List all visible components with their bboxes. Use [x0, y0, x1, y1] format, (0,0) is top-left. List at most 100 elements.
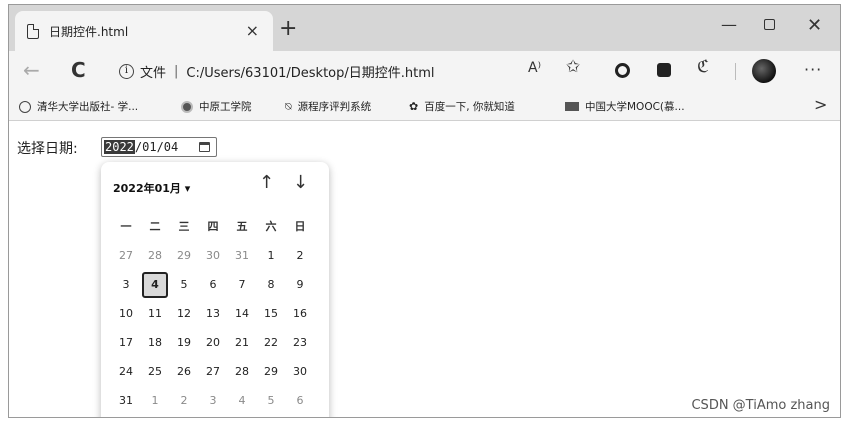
calendar-day[interactable]: 23 [287, 330, 313, 356]
profile-avatar[interactable] [752, 59, 776, 83]
browser-window: 日期控件.html × + — ✕ ← C i 文件 | C:/Users/63… [8, 4, 841, 418]
weekday-header: 日 [294, 220, 306, 233]
circle-icon [19, 100, 31, 113]
calendar-day[interactable]: 18 [142, 330, 168, 356]
calendar-day[interactable]: 1 [142, 388, 168, 414]
weekday-header: 六 [265, 220, 277, 233]
calendar-day[interactable]: 28 [229, 359, 255, 385]
bookmark-item[interactable]: ✿ 百度一下, 你就知道 [409, 99, 515, 114]
extension-square-icon[interactable] [657, 63, 671, 77]
bookmark-label: 百度一下, 你就知道 [424, 101, 515, 113]
month-year-selector[interactable]: 2022年01月 ▾ [113, 180, 190, 196]
date-rest-segment[interactable]: /01/04 [135, 140, 178, 154]
next-month-arrow-icon[interactable]: ↓ [293, 174, 308, 192]
calendar-day[interactable]: 3 [200, 388, 226, 414]
extension-puzzle-icon[interactable]: ℭ [697, 59, 709, 76]
tab-strip: 日期控件.html × + — ✕ [9, 5, 840, 51]
more-menu-button[interactable]: ··· [804, 60, 822, 79]
calendar-day[interactable]: 14 [229, 301, 255, 327]
calendar-day[interactable]: 26 [171, 359, 197, 385]
calendar-day[interactable]: 20 [200, 330, 226, 356]
calendar-day[interactable]: 24 [113, 359, 139, 385]
tab-close-button[interactable]: × [246, 23, 259, 39]
address-separator: | [174, 63, 179, 79]
toolbar-divider [735, 63, 736, 80]
calendar-icon[interactable] [199, 142, 210, 152]
calendar-day[interactable]: 12 [171, 301, 197, 327]
calendar-day[interactable]: 2 [287, 243, 313, 269]
calendar-day[interactable]: 16 [287, 301, 313, 327]
calendar-day-selected[interactable]: 4 [142, 272, 168, 298]
back-button[interactable]: ← [23, 60, 40, 80]
calendar-day[interactable]: 21 [229, 330, 255, 356]
calendar-day[interactable]: 29 [258, 359, 284, 385]
dot-icon [181, 100, 193, 113]
calendar-day[interactable]: 5 [258, 388, 284, 414]
new-tab-button[interactable]: + [279, 18, 297, 40]
page-content: 选择日期: 2022/01/04 2022年01月 ▾ ↑ ↓ 一二三四五六日2… [9, 122, 840, 417]
calendar-day[interactable]: 27 [113, 243, 139, 269]
paw-icon: ✿ [409, 100, 419, 113]
calendar-day[interactable]: 19 [171, 330, 197, 356]
weekday-header: 五 [236, 220, 248, 233]
calendar-day[interactable]: 31 [113, 388, 139, 414]
close-window-button[interactable]: ✕ [807, 17, 822, 35]
calendar-day[interactable]: 7 [229, 272, 255, 298]
calendar-day[interactable]: 4 [229, 388, 255, 414]
favorite-star-icon[interactable]: ✩ [566, 59, 580, 76]
calendar-day[interactable]: 25 [142, 359, 168, 385]
bookmarks-overflow-chevron-icon[interactable]: > [814, 95, 827, 114]
calendar-day[interactable]: 28 [142, 243, 168, 269]
calendar-day[interactable]: 17 [113, 330, 139, 356]
calendar-day[interactable]: 8 [258, 272, 284, 298]
calendar-day[interactable]: 13 [200, 301, 226, 327]
address-bar[interactable]: i 文件 | C:/Users/63101/Desktop/日期控件.html [119, 56, 589, 86]
bookmark-item[interactable]: 中国大学MOOC(慕... [565, 99, 685, 114]
calendar-day[interactable]: 31 [229, 243, 255, 269]
calendar-day[interactable]: 6 [287, 388, 313, 414]
date-picker-popup: 2022年01月 ▾ ↑ ↓ 一二三四五六日 27 28 29 30 31 1 2 3 4 5 6 7 8… [101, 162, 329, 417]
url-text[interactable]: C:/Users/63101/Desktop/日期控件.html [186, 62, 434, 81]
weekday-header: 四 [207, 220, 219, 233]
document-icon [27, 23, 39, 39]
info-icon[interactable]: i [119, 63, 134, 79]
calendar-day[interactable]: 30 [200, 243, 226, 269]
tab-title: 日期控件.html [49, 24, 129, 39]
minimize-button[interactable]: — [721, 17, 737, 33]
calendar-day[interactable]: 6 [200, 272, 226, 298]
maximize-button[interactable] [764, 17, 775, 33]
watermark: CSDN @TiAmo zhang [691, 398, 830, 413]
previous-month-arrow-icon[interactable]: ↑ [259, 174, 274, 192]
calendar-day[interactable]: 5 [171, 272, 197, 298]
bookmark-label: 清华大学出版社- 学... [37, 101, 139, 113]
calendar-day[interactable]: 2 [171, 388, 197, 414]
book-icon [565, 102, 579, 111]
calendar-day[interactable]: 29 [171, 243, 197, 269]
date-input[interactable]: 2022/01/04 [101, 137, 217, 157]
file-label: 文件 [140, 65, 167, 81]
bookmark-item[interactable]: 中原工学院 [181, 99, 252, 114]
calendar-day[interactable]: 27 [200, 359, 226, 385]
bookmark-label: 中原工学院 [199, 101, 252, 113]
weekday-header: 一 [120, 220, 132, 233]
weekday-header: 三 [178, 220, 190, 233]
calendar-day[interactable]: 22 [258, 330, 284, 356]
calendar-day[interactable]: 1 [258, 243, 284, 269]
calendar-day[interactable]: 9 [287, 272, 313, 298]
calendar-day[interactable]: 30 [287, 359, 313, 385]
read-aloud-icon[interactable]: A⁾ [528, 61, 541, 75]
bookmark-item[interactable]: 清华大学出版社- 学... [19, 99, 138, 114]
bookmark-label: 中国大学MOOC(慕... [585, 101, 685, 113]
extension-circle-icon[interactable] [615, 63, 630, 78]
calendar-day[interactable]: 3 [113, 272, 139, 298]
date-year-segment[interactable]: 2022 [104, 140, 135, 154]
maximize-icon [764, 19, 775, 30]
browser-tab[interactable]: 日期控件.html × [15, 11, 273, 51]
calendar-day[interactable]: 11 [142, 301, 168, 327]
bookmark-item[interactable]: ⍉ 源程序评判系统 [285, 99, 371, 114]
calendar-day[interactable]: 15 [258, 301, 284, 327]
clip-icon: ⍉ [285, 99, 292, 113]
calendar-day[interactable]: 10 [113, 301, 139, 327]
date-label: 选择日期: [17, 141, 78, 157]
reload-button[interactable]: C [71, 60, 86, 80]
